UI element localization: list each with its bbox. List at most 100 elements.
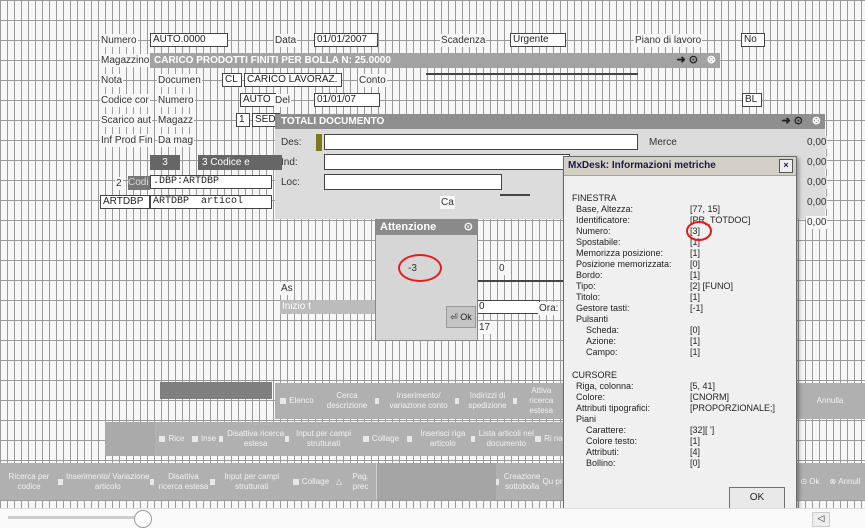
scrollbar-thumb[interactable] bbox=[134, 510, 152, 528]
arrow-left-icon[interactable]: ◁ bbox=[812, 512, 830, 527]
radio-icon[interactable]: ⊙ bbox=[464, 220, 473, 235]
pag-prec-button[interactable]: △ Pag. prec bbox=[336, 463, 377, 500]
annulla-bottom-button[interactable]: ⊗ Annull bbox=[825, 463, 865, 500]
metrics-row-value: [0] bbox=[690, 325, 701, 335]
amount-2: 0,00 bbox=[806, 156, 828, 169]
metrics-dialog-titlebar[interactable]: MxDesk: Informazioni metriche × bbox=[564, 157, 796, 176]
return-icon: ⏎ bbox=[450, 312, 458, 322]
inizio-field[interactable]: 0 bbox=[476, 300, 540, 314]
metrics-row-value: [-1] bbox=[690, 303, 704, 313]
carico-window-titlebar[interactable]: CARICO PRODOTTI FINITI PER BOLLA N: 25.0… bbox=[150, 53, 720, 68]
attiva-ricerca-button[interactable]: Attiva ricerca estesa bbox=[513, 383, 564, 419]
causale-field[interactable]: CARICO LAVORAZ. bbox=[244, 73, 342, 87]
collage-button[interactable]: Collage bbox=[355, 422, 408, 456]
tab-codi[interactable]: Codi bbox=[128, 176, 150, 190]
inse-button[interactable]: Inse bbox=[189, 422, 220, 456]
bl-field[interactable]: BL bbox=[742, 93, 762, 107]
numero2-label: Numero bbox=[157, 94, 195, 107]
ind-label: Ind: bbox=[280, 156, 299, 169]
cerca-descrizione-button[interactable]: Cerca descrizione bbox=[319, 383, 376, 419]
disattiva-ricerca-button[interactable]: Disattiva ricerca estesa bbox=[219, 422, 286, 456]
conto-label: Conto bbox=[358, 74, 387, 87]
close-icon[interactable]: × bbox=[779, 159, 793, 173]
elenco-button[interactable]: Elenco bbox=[275, 383, 320, 419]
input-campi-bottom-button[interactable]: Input per campi strutturati bbox=[210, 463, 287, 500]
metrics-row-label: Piani bbox=[576, 414, 597, 424]
totali-window-titlebar[interactable]: TOTALI DOCUMENTO ➜ ⊙ ⊗ bbox=[275, 114, 825, 129]
pin-icon[interactable]: ➜ ⊙ bbox=[677, 53, 699, 68]
ca-field[interactable] bbox=[500, 194, 530, 196]
inserisci-riga-button[interactable]: Inserisci riga articolo bbox=[407, 422, 472, 456]
des-label: Des: bbox=[280, 136, 303, 149]
row-label-codice: Codice cor bbox=[100, 94, 150, 107]
dbp-field[interactable]: .DBP:ARTDBP bbox=[150, 175, 272, 189]
urgente-field[interactable]: Urgente bbox=[510, 33, 566, 47]
disattiva-ricerca-bottom-button[interactable]: Disattiva ricerca estesa bbox=[150, 463, 211, 500]
close-icon[interactable]: ⊗ bbox=[812, 114, 821, 129]
artdbp-field-2[interactable]: ARTDBP articol bbox=[150, 195, 272, 209]
loc-field[interactable] bbox=[324, 174, 502, 190]
ri-na-button[interactable]: Ri na bbox=[535, 422, 564, 456]
metrics-row-label: Numero: bbox=[576, 226, 611, 236]
metrics-row-label: Attributi: bbox=[586, 447, 620, 457]
totali-window-title: TOTALI DOCUMENTO bbox=[281, 116, 385, 127]
inserimento-conto-button[interactable]: Inserimento/ variazione conto bbox=[375, 383, 456, 419]
annulla-mid-button[interactable]: Annulla bbox=[795, 383, 865, 419]
piano-field[interactable]: No bbox=[741, 33, 765, 47]
magazz-field[interactable]: 1 bbox=[236, 113, 250, 127]
ind-field[interactable] bbox=[324, 154, 570, 170]
metrics-row-label: Memorizza posizione: bbox=[576, 248, 664, 258]
creazione-sottobolla-button[interactable]: Creazione sottobolla bbox=[496, 463, 543, 500]
del-field[interactable]: 01/01/07 bbox=[314, 93, 380, 107]
cancel-circle-icon: ⊗ bbox=[829, 476, 837, 486]
horizontal-scrollbar[interactable]: ◁ bbox=[0, 508, 865, 528]
row-label-magazzino: Magazzino bbox=[100, 54, 151, 67]
highlight-ring-numero bbox=[686, 221, 712, 241]
ricerca-codice-button[interactable]: Ricerca per codice bbox=[0, 463, 59, 500]
tab-2[interactable]: 2 bbox=[115, 177, 123, 190]
attenzione-ok-button[interactable]: ⏎ Ok bbox=[446, 306, 476, 328]
input-campi-button[interactable]: Input per campi strutturati bbox=[285, 422, 356, 456]
tab-3[interactable]: 3 bbox=[150, 155, 180, 170]
metrics-row-label: Titolo: bbox=[576, 292, 601, 302]
qu-pr-button[interactable]: Qu pr bbox=[542, 463, 564, 500]
magazz-label: Magazz bbox=[157, 114, 195, 127]
metrics-row-label: Gestore tasti: bbox=[576, 303, 630, 313]
conto-field[interactable] bbox=[426, 73, 638, 75]
row-label-inf-prod: Inf Prod Fin bbox=[100, 134, 154, 147]
indirizzi-button[interactable]: Indirizzi di spedizione bbox=[455, 383, 514, 419]
pin-icon[interactable]: ➜ ⊙ bbox=[782, 114, 804, 129]
tab-codice-e[interactable]: 3 Codice e bbox=[198, 155, 282, 170]
lista-articoli-button[interactable]: Lista articoli nel documento bbox=[471, 422, 536, 456]
metrics-row-value: [1] bbox=[690, 248, 701, 258]
metrics-row-label: Campo: bbox=[586, 347, 618, 357]
scrollbar-track bbox=[8, 516, 148, 519]
auto-field[interactable]: AUTO bbox=[240, 93, 276, 107]
piano-label: Piano di lavoro bbox=[634, 34, 703, 47]
rice-button[interactable]: Rice bbox=[155, 422, 190, 456]
data-field[interactable]: 01/01/2007 bbox=[314, 33, 378, 47]
metrics-row-label: Bollino: bbox=[586, 458, 616, 468]
des-field[interactable] bbox=[324, 134, 638, 150]
close-icon[interactable]: ⊗ bbox=[707, 53, 716, 68]
metrics-row-label: Pulsanti bbox=[576, 314, 609, 324]
loc-label: Loc: bbox=[280, 176, 301, 189]
metrics-row-label: Bordo: bbox=[576, 270, 603, 280]
amount-4: 0,00 bbox=[806, 196, 828, 209]
metrics-row-value: [1] bbox=[690, 270, 701, 280]
metrics-row-value: [32][ '] bbox=[690, 425, 715, 435]
attenzione-titlebar[interactable]: Attenzione ⊙ bbox=[376, 220, 477, 235]
numero-field[interactable]: AUTO.0000 bbox=[150, 33, 228, 47]
data-label: Data bbox=[274, 34, 298, 47]
as-label: As bbox=[280, 282, 294, 295]
metrics-row-label: Posizione memorizzata: bbox=[576, 259, 672, 269]
highlight-ring-value bbox=[398, 254, 442, 282]
inserimento-articolo-button[interactable]: Inserimento/ Variazione articolo bbox=[58, 463, 151, 500]
documen-field[interactable]: CL bbox=[222, 73, 242, 87]
metrics-ok-button[interactable]: OK bbox=[729, 487, 785, 509]
del-label: Del bbox=[274, 94, 292, 107]
artdbp-field-1[interactable]: ARTDBP bbox=[100, 195, 150, 209]
collage-bottom-button[interactable]: Collage bbox=[286, 463, 337, 500]
documen-label: Documen bbox=[157, 74, 202, 87]
ok-bottom-button[interactable]: ⊙ Ok bbox=[795, 463, 826, 500]
